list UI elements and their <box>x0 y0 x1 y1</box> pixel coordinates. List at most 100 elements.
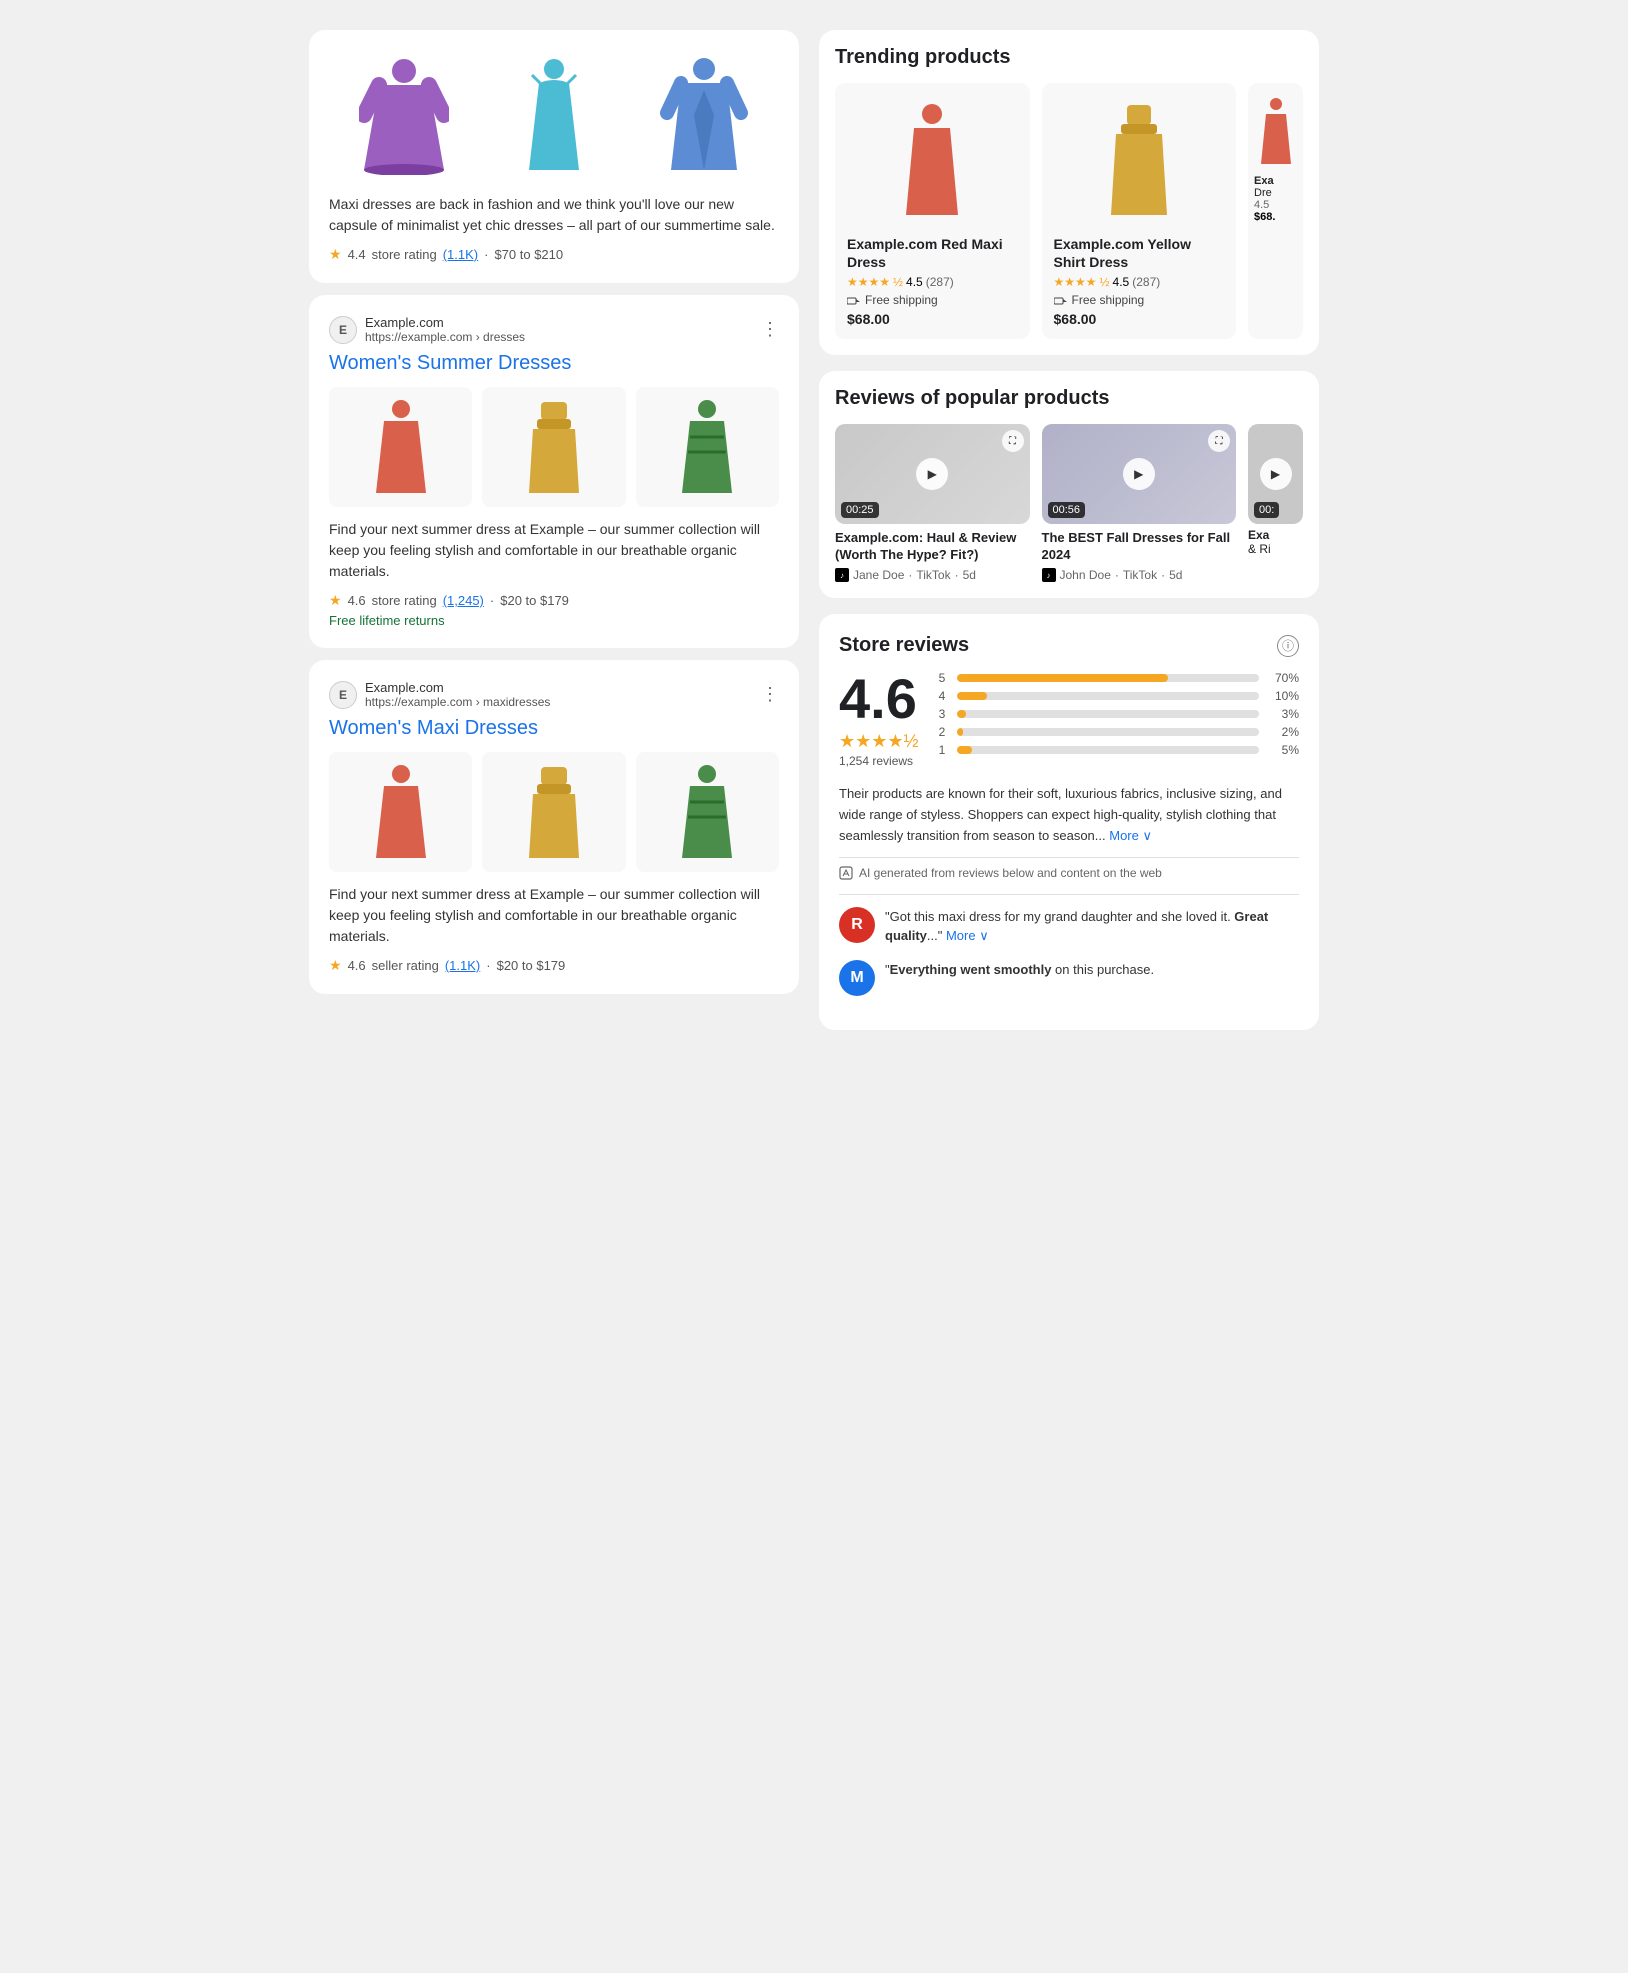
review-1-more[interactable]: More ∨ <box>946 928 989 943</box>
store1-title[interactable]: Women's Summer Dresses <box>329 352 779 375</box>
store-reviews-title: Store reviews <box>839 634 969 657</box>
review-text-2: "Everything went smoothly on this purcha… <box>885 960 1154 996</box>
bar-track-4 <box>957 692 1259 700</box>
store2-name-url: Example.com https://example.com › maxidr… <box>365 680 550 709</box>
trending-product-2[interactable]: Example.com Yellow Shirt Dress ★★★★½ 4.5… <box>1042 83 1237 339</box>
divider-1 <box>839 894 1299 895</box>
play-button-2[interactable]: ▶ <box>1123 458 1155 490</box>
store1-menu-button[interactable]: ⋮ <box>761 319 779 340</box>
time-ago-2: TikTok <box>1123 568 1157 582</box>
bar-label-1: 1 <box>939 743 949 757</box>
bar-track-3 <box>957 710 1259 718</box>
expand-button-1[interactable]: ⛶ <box>1002 430 1024 452</box>
video-card-1[interactable]: ▶ 00:25 ⛶ Example.com: Haul & Review (Wo… <box>835 424 1030 582</box>
store2-product-row <box>329 752 779 872</box>
trending-product-1-img <box>847 95 1018 225</box>
store1-url: https://example.com › dresses <box>365 330 525 344</box>
store1-product-row <box>329 387 779 507</box>
video-card-3-partial: ▶ 00: Exa & Ri <box>1248 424 1303 582</box>
top-promo-card: Maxi dresses are back in fashion and we … <box>309 30 799 283</box>
ai-note-text: AI generated from reviews below and cont… <box>859 866 1162 880</box>
user-review-1: R "Got this maxi dress for my grand daug… <box>839 907 1299 946</box>
store2-rating-link[interactable]: (1.1K) <box>445 958 480 973</box>
video-channel-1: ♪ Jane Doe · TikTok · 5d <box>835 568 1030 582</box>
video-thumb-1: ▶ 00:25 ⛶ <box>835 424 1030 524</box>
trending-product-2-stars: ★★★★½ 4.5 (287) <box>1054 275 1225 289</box>
store2-menu-button[interactable]: ⋮ <box>761 684 779 705</box>
dot-sep-2: · <box>490 593 494 608</box>
trending-product-1[interactable]: Example.com Red Maxi Dress ★★★★½ 4.5 (28… <box>835 83 1030 339</box>
review-text-1: "Got this maxi dress for my grand daught… <box>885 907 1299 946</box>
trending-product-2-img <box>1054 95 1225 225</box>
video-duration-2: 00:56 <box>1048 502 1086 518</box>
trending-title: Trending products <box>835 46 1303 69</box>
store1-description: Find your next summer dress at Example –… <box>329 519 779 582</box>
bar-row-5: 5 70% <box>939 671 1299 685</box>
store2-description: Find your next summer dress at Example –… <box>329 884 779 947</box>
reviews-more-link[interactable]: More ∨ <box>1109 828 1152 843</box>
rating-breakdown: 5 70% 4 10% 3 3% 2 2% <box>939 671 1299 768</box>
big-rating-block: 4.6 ★★★★½ 1,254 reviews <box>839 671 919 768</box>
bar-percent-4: 10% <box>1267 689 1299 703</box>
bar-label-4: 4 <box>939 689 949 703</box>
store2-header: E Example.com https://example.com › maxi… <box>329 680 779 709</box>
star2: ★★★★ <box>1054 275 1097 289</box>
trending-product-1-stars: ★★★★½ 4.5 (287) <box>847 275 1018 289</box>
trending-products-row: Example.com Red Maxi Dress ★★★★½ 4.5 (28… <box>835 83 1303 339</box>
store2-name: Example.com <box>365 680 550 695</box>
store2-rating-row: ★ 4.6 seller rating (1.1K) · $20 to $179 <box>329 957 779 974</box>
play-button-3[interactable]: ▶ <box>1260 458 1292 490</box>
store2-title[interactable]: Women's Maxi Dresses <box>329 717 779 740</box>
dress-teal <box>499 50 609 180</box>
store1-rating-link[interactable]: (1,245) <box>443 593 484 608</box>
top-dress-row <box>329 50 779 180</box>
review-count-1: (287) <box>926 275 954 289</box>
bar-row-1: 1 5% <box>939 743 1299 757</box>
bar-row-4: 4 10% <box>939 689 1299 703</box>
top-rating-link[interactable]: (1.1K) <box>443 247 478 262</box>
play-button-1[interactable]: ▶ <box>916 458 948 490</box>
bar-track-2 <box>957 728 1259 736</box>
video-thumb-3: ▶ 00: <box>1248 424 1303 524</box>
time-2: 5d <box>1169 568 1182 582</box>
left-panel: Maxi dresses are back in fashion and we … <box>309 30 799 1006</box>
bar-label-2: 2 <box>939 725 949 739</box>
reviews-card: Reviews of popular products ▶ 00:25 ⛶ Ex… <box>819 371 1319 598</box>
store2-yellow-dress <box>482 752 625 872</box>
channel-name-1: Jane Doe <box>853 568 904 582</box>
store2-rating-label: seller rating <box>372 958 439 973</box>
overall-stars: ★★★★½ <box>839 731 919 752</box>
star-half-2: ½ <box>1100 275 1110 289</box>
big-rating: 4.6 <box>839 671 919 727</box>
store1-rating-label: store rating <box>372 593 437 608</box>
store2-price: $20 to $179 <box>497 958 566 973</box>
dot-sep-3: · <box>486 958 490 973</box>
bar-row-3: 3 3% <box>939 707 1299 721</box>
store1-name-url: Example.com https://example.com › dresse… <box>365 315 525 344</box>
time-ago-1: TikTok <box>916 568 950 582</box>
star-icon: ★ <box>329 246 342 263</box>
bar-row-2: 2 2% <box>939 725 1299 739</box>
reviews-section-title: Reviews of popular products <box>835 387 1303 410</box>
info-icon[interactable]: ⓘ <box>1277 635 1299 657</box>
user-avatar-1: R <box>839 907 875 943</box>
bar-fill-3 <box>957 710 966 718</box>
store2-info: E Example.com https://example.com › maxi… <box>329 680 550 709</box>
review-count-2: (287) <box>1132 275 1160 289</box>
user-avatar-2: M <box>839 960 875 996</box>
store2-rating: 4.6 <box>348 958 366 973</box>
store1-free-returns: Free lifetime returns <box>329 613 779 628</box>
bar-label-3: 3 <box>939 707 949 721</box>
trending-product-2-shipping: Free shipping <box>1054 293 1225 307</box>
store1-info: E Example.com https://example.com › dres… <box>329 315 525 344</box>
bar-track-1 <box>957 746 1259 754</box>
store1-red-dress <box>329 387 472 507</box>
store2-url: https://example.com › maxidresses <box>365 695 550 709</box>
ai-icon <box>839 866 853 880</box>
video-card-2[interactable]: ▶ 00:56 ⛶ The BEST Fall Dresses for Fall… <box>1042 424 1237 582</box>
tiktok-icon-1: ♪ <box>835 568 849 582</box>
store-reviews-card: Store reviews ⓘ 4.6 ★★★★½ 1,254 reviews … <box>819 614 1319 1029</box>
store2-card: E Example.com https://example.com › maxi… <box>309 660 799 994</box>
bar-label-5: 5 <box>939 671 949 685</box>
store1-green-dress <box>636 387 779 507</box>
